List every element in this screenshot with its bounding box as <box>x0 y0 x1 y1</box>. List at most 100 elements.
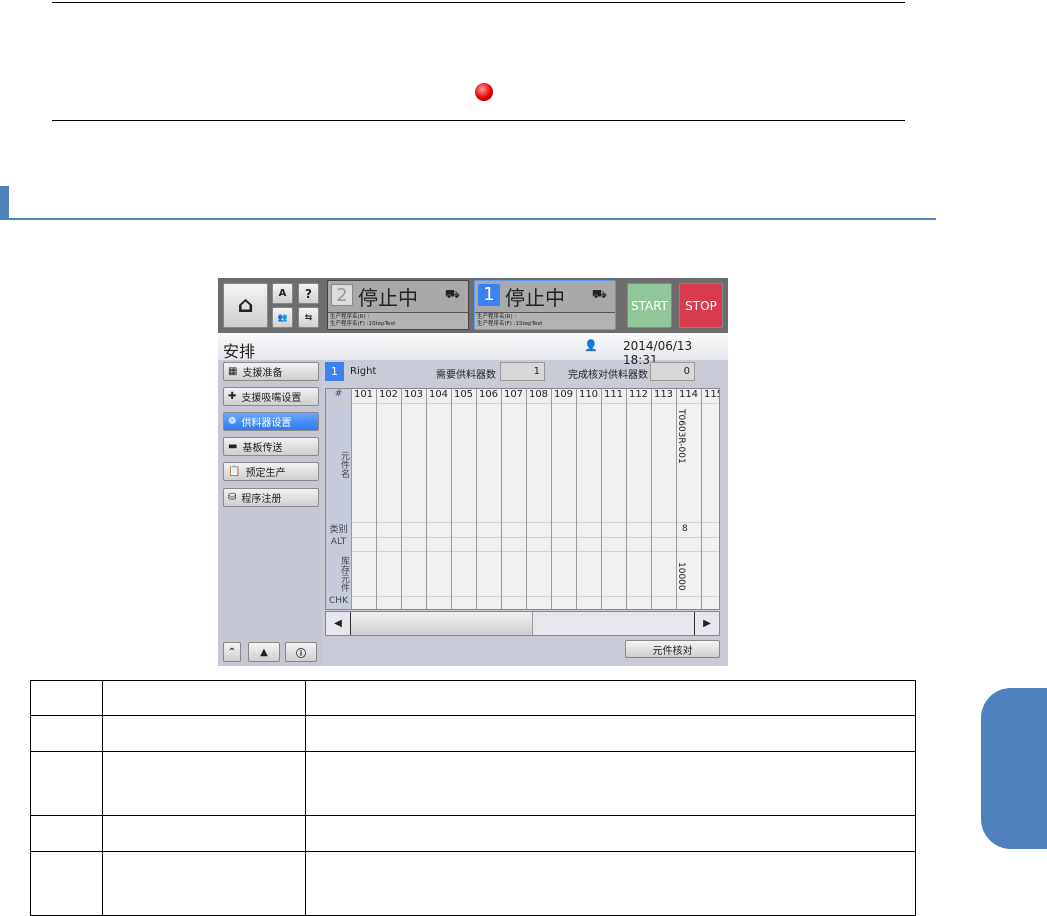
page-title: 安排 <box>223 342 256 361</box>
stage-label: Right <box>350 366 377 377</box>
stage-number: 1 <box>325 362 344 381</box>
scroll-left-button[interactable]: ◀ <box>326 612 351 635</box>
nozzle-icon: ✚ <box>228 391 237 402</box>
info-icon[interactable]: ⓘ <box>285 642 317 662</box>
grid-column-header[interactable]: 102 <box>376 389 401 403</box>
part-name-114: T0603R-001 <box>676 409 686 464</box>
sidebar-item-feeder[interactable]: ❁ 供料器设置 <box>223 412 319 431</box>
row-label: CHK <box>326 596 351 609</box>
station-2-panel[interactable]: 2 停止中 ⛟ 生产程序名(R) : 生产程序名(F) :1StepTest <box>327 280 469 330</box>
sidebar-item-schedule[interactable]: 📋 预定生产 <box>223 462 319 481</box>
user-icon: 👤 <box>584 339 598 352</box>
row-label: 元件名 <box>326 403 351 522</box>
label: 预定生产 <box>245 468 286 479</box>
horizontal-scrollbar[interactable]: ◀ ▶ <box>325 611 720 636</box>
row-label: 库存元件 <box>326 551 351 596</box>
station-status: 停止中 <box>358 286 418 310</box>
grid-column-header[interactable]: 110 <box>576 389 601 403</box>
sidebar-item-support-prep[interactable]: ▦ 支援准备 <box>223 362 319 381</box>
label: 支援吸嘴设置 <box>241 393 302 404</box>
program-r: 生产程序名(R) : <box>477 314 517 320</box>
sidebar-item-nozzle[interactable]: ✚ 支援吸嘴设置 <box>223 387 319 406</box>
grid-column-header[interactable]: 101 <box>351 389 376 403</box>
description-table <box>30 680 916 916</box>
need-feeder-label: 需要供料器数 <box>436 370 496 381</box>
grid-column-header[interactable]: 109 <box>551 389 576 403</box>
verify-parts-button[interactable]: 元件核对 <box>625 640 720 658</box>
grid-column-divider <box>626 389 627 609</box>
start-button[interactable]: START <box>627 283 672 328</box>
grid-column-divider <box>551 389 552 609</box>
station-status: 停止中 <box>505 286 565 310</box>
type-114: 8 <box>682 524 688 534</box>
label: 程序注册 <box>241 494 282 505</box>
label: 基板传送 <box>242 443 283 454</box>
stop-button[interactable]: STOP <box>679 283 723 328</box>
label: 供料器设置 <box>241 418 292 429</box>
need-feeder-count: 1 <box>500 362 545 381</box>
app-screenshot: ⌂ A ? 👥 ⇆ 2 停止中 ⛟ 生产程序名(R) : 生产程序名(F) :1S… <box>218 278 728 666</box>
grid-column-header[interactable]: 107 <box>501 389 526 403</box>
grid-column-header[interactable]: 106 <box>476 389 501 403</box>
grid-column-header[interactable]: 108 <box>526 389 551 403</box>
grid-column-divider <box>526 389 527 609</box>
toolbar: ⌂ A ? 👥 ⇆ 2 停止中 ⛟ 生产程序名(R) : 生产程序名(F) :1S… <box>218 278 728 333</box>
grid-column-divider <box>601 389 602 609</box>
sidebar-item-board[interactable]: ▬ 基板传送 <box>223 437 319 456</box>
station-number: 1 <box>478 284 500 306</box>
grid-column-divider <box>351 389 352 609</box>
section-marker <box>0 186 9 219</box>
grid-column-divider <box>576 389 577 609</box>
stock-114: 10000 <box>676 562 686 591</box>
transfer-icon[interactable]: ⇆ <box>298 307 319 328</box>
grid-column-header[interactable]: 111 <box>601 389 626 403</box>
row-label: ALT <box>326 537 351 551</box>
collapse-icon[interactable]: ⌃ <box>223 642 241 662</box>
label: 支援准备 <box>242 368 283 379</box>
grid-column-divider <box>376 389 377 609</box>
grid-column-divider <box>701 389 702 609</box>
program-f: 生产程序名(F) :1StepTest <box>330 321 396 327</box>
grid-column-divider <box>426 389 427 609</box>
grid-column-header[interactable]: 113 <box>651 389 676 403</box>
feeder-icon: ❁ <box>228 416 237 427</box>
top-rule <box>52 2 905 3</box>
language-button[interactable]: A <box>272 283 293 304</box>
home-button[interactable]: ⌂ <box>223 283 268 328</box>
chapter-tab[interactable] <box>981 688 1047 849</box>
machine-icon: ⛟ <box>444 287 460 301</box>
grid-column-header[interactable]: 105 <box>451 389 476 403</box>
grid-column-header[interactable]: 104 <box>426 389 451 403</box>
program-icon: ⛁ <box>228 492 237 503</box>
grid-column-header[interactable]: 114 <box>676 389 701 403</box>
grid-column-divider <box>401 389 402 609</box>
help-button[interactable]: ? <box>298 283 319 304</box>
grid-column-header[interactable]: 103 <box>401 389 426 403</box>
hash-header: # <box>326 389 351 403</box>
clipboard-icon: 📋 <box>228 466 241 477</box>
grid-column-divider <box>476 389 477 609</box>
machine-icon: ⛟ <box>591 287 607 301</box>
station-1-panel[interactable]: 1 停止中 ⛟ 生产程序名(R) : 生产程序名(F) :1StepTest <box>474 280 616 330</box>
station-number: 2 <box>331 284 353 306</box>
title-bar: 安排 👤 2014/06/13 18:31 <box>218 333 728 367</box>
grid-column-header[interactable]: 115 <box>701 389 719 403</box>
users-icon[interactable]: 👥 <box>272 307 293 328</box>
warning-icon[interactable]: ▲ <box>248 642 280 662</box>
scroll-right-button[interactable]: ▶ <box>694 612 719 635</box>
grid-column-header[interactable]: 112 <box>626 389 651 403</box>
sidebar-item-program[interactable]: ⛁ 程序注册 <box>223 488 319 507</box>
grid-column-divider <box>501 389 502 609</box>
done-feeder-label: 完成核对供料器数 <box>568 370 648 381</box>
grid-column-divider <box>651 389 652 609</box>
board-icon: ▬ <box>228 441 238 452</box>
red-indicator-icon <box>475 83 493 101</box>
grid-column-divider <box>451 389 452 609</box>
feeder-grid[interactable]: # 元件名 类别 ALT 库存元件 CHK 101 102 103 104 105 106… <box>325 388 720 610</box>
scroll-thumb[interactable] <box>351 612 533 635</box>
rule <box>52 120 905 121</box>
support-icon: ▦ <box>228 366 238 377</box>
row-label: 类别 <box>326 522 351 537</box>
done-feeder-count: 0 <box>650 362 695 381</box>
program-r: 生产程序名(R) : <box>330 314 370 320</box>
